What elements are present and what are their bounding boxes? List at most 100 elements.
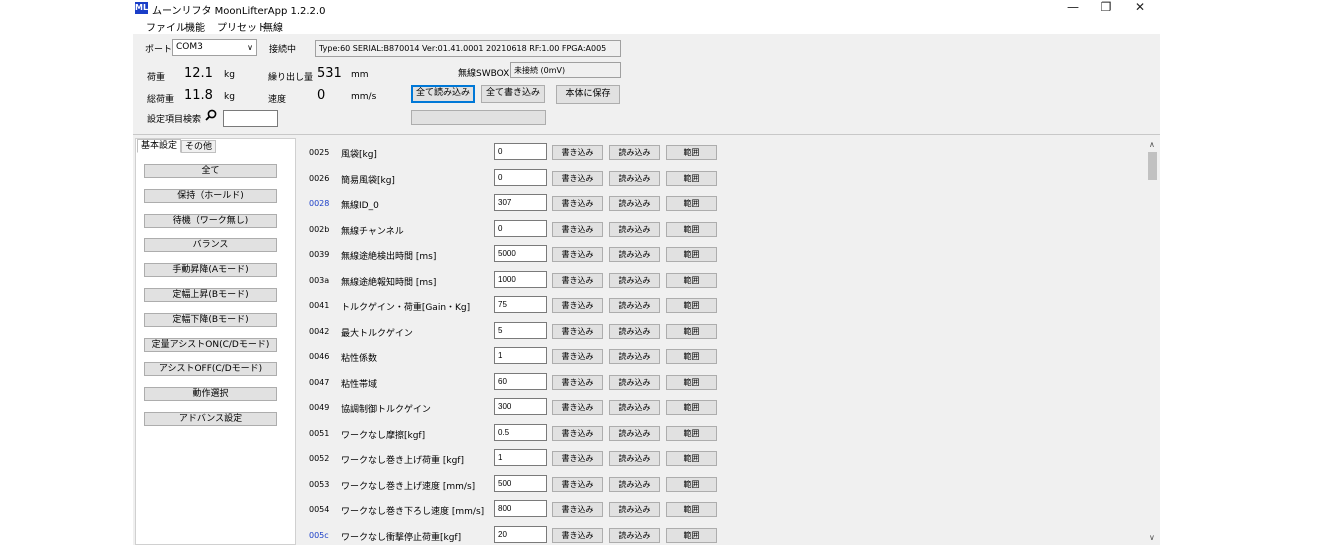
range-button[interactable]: 範囲 (666, 476, 717, 492)
range-button[interactable]: 範囲 (666, 196, 717, 211)
read-button[interactable]: 読み込み (609, 145, 660, 160)
param-value-input[interactable] (494, 245, 547, 262)
read-button[interactable]: 読み込み (609, 298, 660, 313)
minimize-icon[interactable]: — (1056, 0, 1090, 16)
param-row: 0049 協調制御トルクゲイン 書き込み読み込み範囲 (298, 397, 1146, 422)
range-button[interactable]: 範囲 (666, 272, 717, 288)
range-button[interactable]: 範囲 (666, 298, 717, 313)
read-button[interactable]: 読み込み (609, 170, 660, 186)
range-button[interactable]: 範囲 (666, 170, 717, 186)
param-value-input[interactable] (494, 194, 547, 211)
param-value-input[interactable] (494, 347, 547, 364)
read-button[interactable]: 読み込み (609, 476, 660, 492)
param-value-input[interactable] (494, 219, 547, 237)
range-button[interactable]: 範囲 (666, 221, 717, 237)
side-button-advanced-settings[interactable]: アドバンス設定 (144, 412, 277, 426)
write-button[interactable]: 書き込み (552, 196, 603, 211)
write-all-button[interactable]: 全て書き込み (481, 85, 545, 103)
read-button[interactable]: 読み込み (609, 400, 660, 415)
write-button[interactable]: 書き込み (552, 425, 603, 441)
payout-unit: mm (351, 70, 369, 80)
menu-file[interactable]: ファイル (146, 19, 186, 34)
read-button[interactable]: 読み込み (609, 374, 660, 390)
write-button[interactable]: 書き込み (552, 451, 603, 466)
read-button[interactable]: 読み込み (609, 502, 660, 517)
side-button-balance[interactable]: バランス (144, 238, 277, 253)
side-button-manual-lift[interactable]: 手動昇降(Aモード) (144, 263, 277, 278)
range-button[interactable]: 範囲 (666, 247, 717, 262)
search-label: 設定項目検索 (147, 115, 202, 125)
range-button[interactable]: 範囲 (666, 451, 717, 466)
write-button[interactable]: 書き込み (552, 502, 603, 517)
param-value-input[interactable] (494, 296, 547, 313)
menu-function[interactable]: 機能 (185, 19, 205, 34)
range-button[interactable]: 範囲 (666, 527, 717, 543)
side-button-assist-on[interactable]: 定量アシストON(C/Dモード) (144, 337, 277, 352)
write-button[interactable]: 書き込み (552, 170, 603, 186)
range-button[interactable]: 範囲 (666, 349, 717, 364)
read-button[interactable]: 読み込み (609, 221, 660, 237)
side-button-all[interactable]: 全て (144, 164, 277, 178)
write-button[interactable]: 書き込み (552, 323, 603, 339)
param-code: 002b (309, 224, 330, 234)
param-code: 0049 (309, 403, 330, 412)
side-button-fixed-lower[interactable]: 定幅下降(Bモード) (144, 312, 277, 327)
write-button[interactable]: 書き込み (552, 374, 603, 390)
write-button[interactable]: 書き込み (552, 221, 603, 237)
range-button[interactable]: 範囲 (666, 400, 717, 415)
range-button[interactable]: 範囲 (666, 425, 717, 441)
write-button[interactable]: 書き込み (552, 476, 603, 492)
param-value-input[interactable] (494, 398, 547, 415)
param-value-input[interactable] (494, 372, 547, 390)
menu-wireless[interactable]: 無線 (263, 19, 283, 34)
param-value-input[interactable] (494, 168, 547, 186)
menu-preset[interactable]: プリセット (217, 19, 267, 34)
read-button[interactable]: 読み込み (609, 196, 660, 211)
close-icon[interactable]: ✕ (1123, 0, 1157, 16)
read-button[interactable]: 読み込み (609, 527, 660, 543)
write-button[interactable]: 書き込み (552, 145, 603, 160)
side-button-fixed-rise[interactable]: 定幅上昇(Bモード) (144, 288, 277, 302)
port-select[interactable]: COM3 ∨ (172, 39, 257, 56)
write-button[interactable]: 書き込み (552, 272, 603, 288)
read-button[interactable]: 読み込み (609, 451, 660, 466)
read-button[interactable]: 読み込み (609, 247, 660, 262)
param-value-input[interactable] (494, 143, 547, 160)
search-input[interactable] (223, 110, 278, 127)
tab-basic-settings[interactable]: 基本設定 (137, 139, 182, 153)
save-to-device-button[interactable]: 本体に保存 (556, 85, 620, 104)
read-button[interactable]: 読み込み (609, 349, 660, 364)
param-value-input[interactable] (494, 525, 547, 543)
range-button[interactable]: 範囲 (666, 502, 717, 517)
range-button[interactable]: 範囲 (666, 145, 717, 160)
scroll-up-icon[interactable]: ∧ (1149, 140, 1155, 149)
write-button[interactable]: 書き込み (552, 298, 603, 313)
tab-other[interactable]: その他 (181, 140, 217, 153)
side-button-operation-select[interactable]: 動作選択 (144, 387, 277, 402)
range-button[interactable]: 範囲 (666, 374, 717, 390)
read-button[interactable]: 読み込み (609, 272, 660, 288)
param-value-input[interactable] (494, 423, 547, 441)
param-value-input[interactable] (494, 474, 547, 492)
param-value-input[interactable] (494, 270, 547, 288)
write-button[interactable]: 書き込み (552, 400, 603, 415)
read-all-button[interactable]: 全て読み込み (411, 85, 475, 103)
search-icon[interactable] (205, 109, 217, 124)
side-button-standby[interactable]: 待機（ワーク無し) (144, 213, 277, 228)
read-button[interactable]: 読み込み (609, 425, 660, 441)
param-code: 0042 (309, 326, 330, 336)
write-button[interactable]: 書き込み (552, 247, 603, 262)
side-button-hold[interactable]: 保持（ホールド) (144, 188, 277, 203)
write-button[interactable]: 書き込み (552, 527, 603, 543)
vertical-scrollbar[interactable] (1146, 138, 1159, 545)
side-button-assist-off[interactable]: アシストOFF(C/Dモード) (144, 362, 277, 377)
scrollbar-thumb[interactable] (1148, 152, 1157, 180)
param-value-input[interactable] (494, 500, 547, 517)
range-button[interactable]: 範囲 (666, 323, 717, 339)
write-button[interactable]: 書き込み (552, 349, 603, 364)
param-value-input[interactable] (494, 449, 547, 466)
maximize-icon[interactable]: ❐ (1089, 0, 1123, 16)
scroll-down-icon[interactable]: ∨ (1149, 533, 1155, 542)
read-button[interactable]: 読み込み (609, 323, 660, 339)
param-value-input[interactable] (494, 321, 547, 339)
